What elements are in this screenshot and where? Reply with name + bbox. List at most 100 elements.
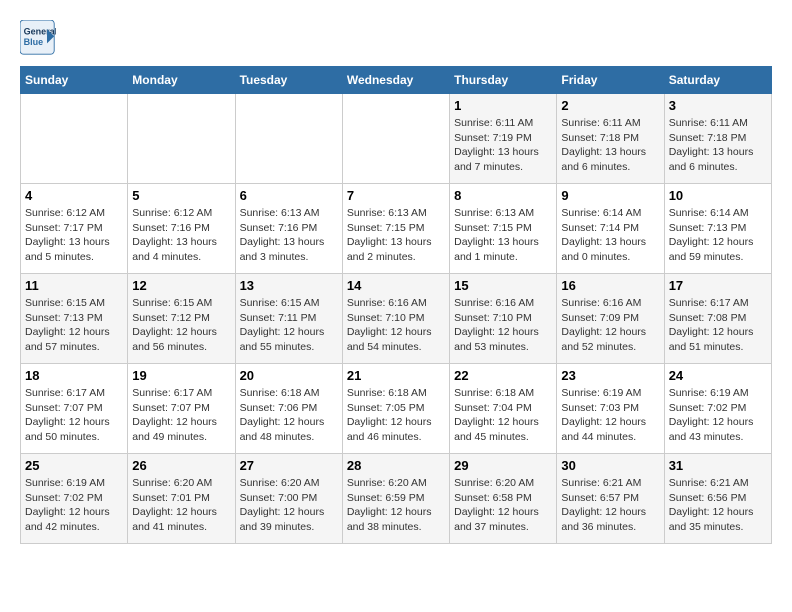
day-number: 9 [561, 188, 659, 203]
day-number: 8 [454, 188, 552, 203]
calendar-cell: 31 Sunrise: 6:21 AM Sunset: 6:56 PM Dayli… [664, 454, 771, 544]
day-info: Sunrise: 6:17 AM Sunset: 7:08 PM Dayligh… [669, 296, 767, 355]
calendar-cell [128, 94, 235, 184]
day-info: Sunrise: 6:17 AM Sunset: 7:07 PM Dayligh… [132, 386, 230, 445]
day-info: Sunrise: 6:20 AM Sunset: 7:01 PM Dayligh… [132, 476, 230, 535]
day-info: Sunrise: 6:11 AM Sunset: 7:18 PM Dayligh… [561, 116, 659, 175]
calendar-cell: 20 Sunrise: 6:18 AM Sunset: 7:06 PM Dayli… [235, 364, 342, 454]
day-info: Sunrise: 6:13 AM Sunset: 7:15 PM Dayligh… [454, 206, 552, 265]
day-info: Sunrise: 6:21 AM Sunset: 6:56 PM Dayligh… [669, 476, 767, 535]
calendar-cell: 7 Sunrise: 6:13 AM Sunset: 7:15 PM Daylig… [342, 184, 449, 274]
calendar-cell: 10Sunrise: 6:14 AM Sunset: 7:13 PM Dayli… [664, 184, 771, 274]
day-number: 5 [132, 188, 230, 203]
calendar-cell: 28 Sunrise: 6:20 AM Sunset: 6:59 PM Dayli… [342, 454, 449, 544]
calendar-cell: 9 Sunrise: 6:14 AM Sunset: 7:14 PM Daylig… [557, 184, 664, 274]
calendar-cell: 2 Sunrise: 6:11 AM Sunset: 7:18 PM Daylig… [557, 94, 664, 184]
day-info: Sunrise: 6:18 AM Sunset: 7:05 PM Dayligh… [347, 386, 445, 445]
day-number: 28 [347, 458, 445, 473]
day-info: Sunrise: 6:15 AM Sunset: 7:11 PM Dayligh… [240, 296, 338, 355]
day-number: 7 [347, 188, 445, 203]
day-number: 27 [240, 458, 338, 473]
calendar-cell [342, 94, 449, 184]
day-info: Sunrise: 6:18 AM Sunset: 7:06 PM Dayligh… [240, 386, 338, 445]
day-number: 26 [132, 458, 230, 473]
day-number: 30 [561, 458, 659, 473]
day-info: Sunrise: 6:14 AM Sunset: 7:14 PM Dayligh… [561, 206, 659, 265]
day-number: 11 [25, 278, 123, 293]
calendar-cell: 13Sunrise: 6:15 AM Sunset: 7:11 PM Dayli… [235, 274, 342, 364]
calendar-cell: 11Sunrise: 6:15 AM Sunset: 7:13 PM Dayli… [21, 274, 128, 364]
day-info: Sunrise: 6:17 AM Sunset: 7:07 PM Dayligh… [25, 386, 123, 445]
calendar-cell [235, 94, 342, 184]
calendar-table: SundayMondayTuesdayWednesdayThursdayFrid… [20, 66, 772, 544]
svg-text:Blue: Blue [24, 37, 44, 47]
calendar-cell: 26 Sunrise: 6:20 AM Sunset: 7:01 PM Dayli… [128, 454, 235, 544]
day-info: Sunrise: 6:19 AM Sunset: 7:02 PM Dayligh… [669, 386, 767, 445]
day-number: 31 [669, 458, 767, 473]
day-number: 15 [454, 278, 552, 293]
day-number: 2 [561, 98, 659, 113]
day-info: Sunrise: 6:18 AM Sunset: 7:04 PM Dayligh… [454, 386, 552, 445]
calendar-cell: 14Sunrise: 6:16 AM Sunset: 7:10 PM Dayli… [342, 274, 449, 364]
day-number: 24 [669, 368, 767, 383]
week-row-1: 1Sunrise: 6:11 AM Sunset: 7:19 PM Daylig… [21, 94, 772, 184]
calendar-cell: 15 Sunrise: 6:16 AM Sunset: 7:10 PM Dayli… [450, 274, 557, 364]
calendar-cell: 23 Sunrise: 6:19 AM Sunset: 7:03 PM Dayli… [557, 364, 664, 454]
day-number: 25 [25, 458, 123, 473]
calendar-cell: 17 Sunrise: 6:17 AM Sunset: 7:08 PM Dayli… [664, 274, 771, 364]
day-info: Sunrise: 6:13 AM Sunset: 7:15 PM Dayligh… [347, 206, 445, 265]
day-number: 12 [132, 278, 230, 293]
calendar-cell: 25 Sunrise: 6:19 AM Sunset: 7:02 PM Dayli… [21, 454, 128, 544]
calendar-cell: 3Sunrise: 6:11 AM Sunset: 7:18 PM Daylig… [664, 94, 771, 184]
day-info: Sunrise: 6:16 AM Sunset: 7:09 PM Dayligh… [561, 296, 659, 355]
day-number: 14 [347, 278, 445, 293]
week-row-3: 11Sunrise: 6:15 AM Sunset: 7:13 PM Dayli… [21, 274, 772, 364]
week-row-2: 4 Sunrise: 6:12 AM Sunset: 7:17 PM Daylig… [21, 184, 772, 274]
calendar-cell: 22 Sunrise: 6:18 AM Sunset: 7:04 PM Dayli… [450, 364, 557, 454]
day-info: Sunrise: 6:12 AM Sunset: 7:17 PM Dayligh… [25, 206, 123, 265]
calendar-cell: 4 Sunrise: 6:12 AM Sunset: 7:17 PM Daylig… [21, 184, 128, 274]
week-row-4: 18 Sunrise: 6:17 AM Sunset: 7:07 PM Dayli… [21, 364, 772, 454]
header-saturday: Saturday [664, 67, 771, 94]
calendar-cell: 8 Sunrise: 6:13 AM Sunset: 7:15 PM Daylig… [450, 184, 557, 274]
day-info: Sunrise: 6:20 AM Sunset: 7:00 PM Dayligh… [240, 476, 338, 535]
day-number: 1 [454, 98, 552, 113]
header-row: SundayMondayTuesdayWednesdayThursdayFrid… [21, 67, 772, 94]
day-info: Sunrise: 6:19 AM Sunset: 7:03 PM Dayligh… [561, 386, 659, 445]
calendar-cell: 18 Sunrise: 6:17 AM Sunset: 7:07 PM Dayli… [21, 364, 128, 454]
header-thursday: Thursday [450, 67, 557, 94]
calendar-cell [21, 94, 128, 184]
day-info: Sunrise: 6:11 AM Sunset: 7:18 PM Dayligh… [669, 116, 767, 175]
day-number: 22 [454, 368, 552, 383]
logo-icon: General Blue [20, 20, 56, 56]
day-number: 20 [240, 368, 338, 383]
day-info: Sunrise: 6:16 AM Sunset: 7:10 PM Dayligh… [454, 296, 552, 355]
day-info: Sunrise: 6:21 AM Sunset: 6:57 PM Dayligh… [561, 476, 659, 535]
calendar-cell: 24 Sunrise: 6:19 AM Sunset: 7:02 PM Dayli… [664, 364, 771, 454]
day-number: 16 [561, 278, 659, 293]
day-info: Sunrise: 6:12 AM Sunset: 7:16 PM Dayligh… [132, 206, 230, 265]
calendar-cell: 6 Sunrise: 6:13 AM Sunset: 7:16 PM Daylig… [235, 184, 342, 274]
header-tuesday: Tuesday [235, 67, 342, 94]
page-header: General Blue [20, 20, 772, 56]
day-info: Sunrise: 6:20 AM Sunset: 6:59 PM Dayligh… [347, 476, 445, 535]
day-number: 19 [132, 368, 230, 383]
header-monday: Monday [128, 67, 235, 94]
day-number: 10 [669, 188, 767, 203]
day-info: Sunrise: 6:13 AM Sunset: 7:16 PM Dayligh… [240, 206, 338, 265]
day-number: 23 [561, 368, 659, 383]
header-sunday: Sunday [21, 67, 128, 94]
day-info: Sunrise: 6:20 AM Sunset: 6:58 PM Dayligh… [454, 476, 552, 535]
day-number: 6 [240, 188, 338, 203]
day-number: 4 [25, 188, 123, 203]
day-number: 17 [669, 278, 767, 293]
day-number: 18 [25, 368, 123, 383]
day-info: Sunrise: 6:19 AM Sunset: 7:02 PM Dayligh… [25, 476, 123, 535]
header-wednesday: Wednesday [342, 67, 449, 94]
day-info: Sunrise: 6:15 AM Sunset: 7:12 PM Dayligh… [132, 296, 230, 355]
calendar-cell: 5 Sunrise: 6:12 AM Sunset: 7:16 PM Daylig… [128, 184, 235, 274]
day-number: 21 [347, 368, 445, 383]
calendar-cell: 27 Sunrise: 6:20 AM Sunset: 7:00 PM Dayli… [235, 454, 342, 544]
calendar-cell: 16 Sunrise: 6:16 AM Sunset: 7:09 PM Dayli… [557, 274, 664, 364]
calendar-cell: 30 Sunrise: 6:21 AM Sunset: 6:57 PM Dayli… [557, 454, 664, 544]
